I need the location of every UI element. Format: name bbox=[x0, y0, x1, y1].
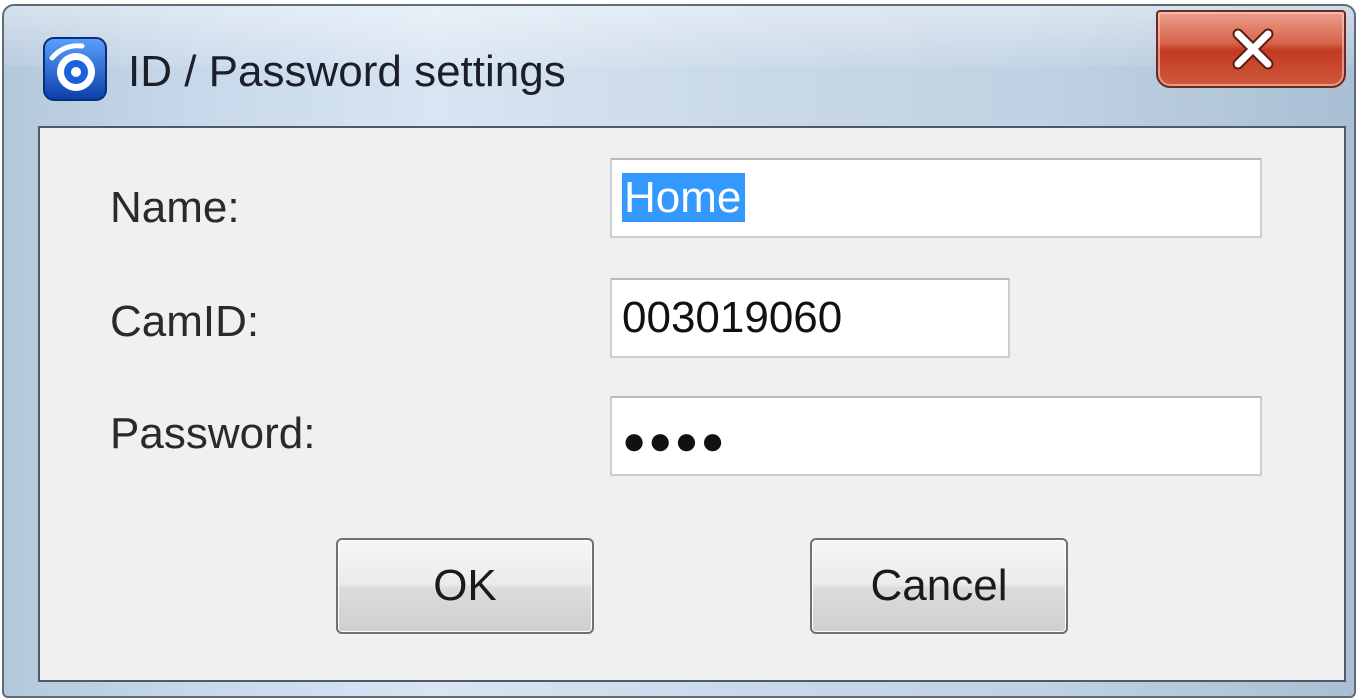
title-bar[interactable]: ID / Password settings bbox=[4, 6, 1354, 124]
window-title: ID / Password settings bbox=[128, 47, 566, 96]
name-input-selected-text: Home bbox=[622, 173, 746, 222]
password-masked-value: ●●●● bbox=[622, 419, 727, 463]
camera-app-icon bbox=[42, 36, 108, 102]
dialog-window: ID / Password settings Name: Home CamID:… bbox=[2, 4, 1356, 698]
name-label: Name: bbox=[110, 183, 240, 232]
close-button[interactable] bbox=[1156, 10, 1346, 88]
cancel-button[interactable]: Cancel bbox=[810, 538, 1068, 634]
dialog-body: Name: Home CamID: 003019060 Password: ●●… bbox=[38, 126, 1346, 682]
camid-label: CamID: bbox=[110, 297, 260, 346]
camid-input[interactable]: 003019060 bbox=[610, 278, 1010, 358]
close-icon bbox=[1232, 28, 1274, 70]
password-input[interactable]: ●●●● bbox=[610, 396, 1262, 476]
password-label: Password: bbox=[110, 409, 316, 458]
ok-button[interactable]: OK bbox=[336, 538, 594, 634]
name-input[interactable]: Home bbox=[610, 158, 1262, 238]
